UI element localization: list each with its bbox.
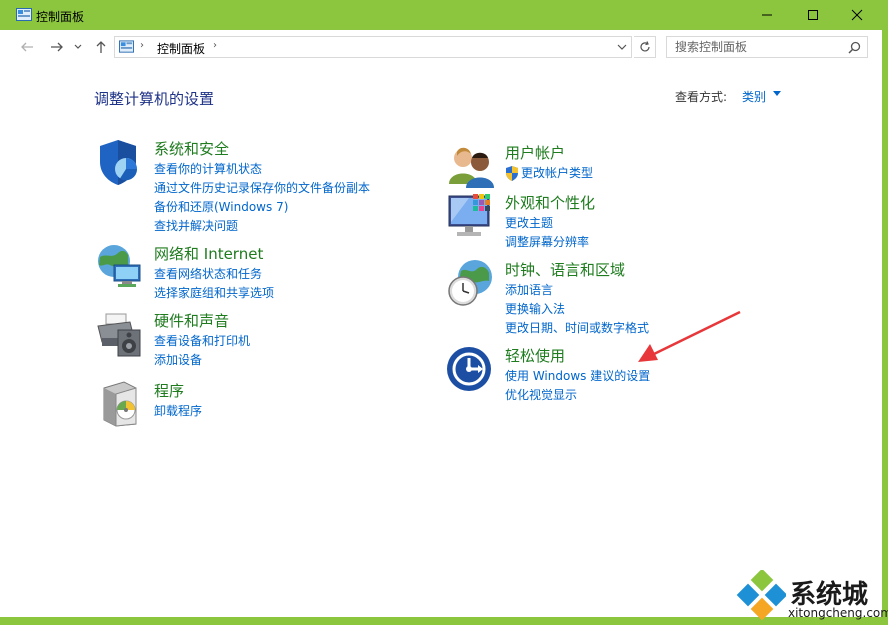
address-box[interactable]: › 控制面板 › xyxy=(114,36,632,58)
up-arrow-icon xyxy=(96,41,106,53)
link-devices-printers[interactable]: 查看设备和打印机 xyxy=(154,332,250,351)
minimize-icon xyxy=(762,14,772,16)
link-add-language[interactable]: 添加语言 xyxy=(505,281,649,300)
monitor-icon[interactable] xyxy=(447,192,495,240)
watermark-logo-icon xyxy=(736,570,786,620)
link-network-status[interactable]: 查看网络状态和任务 xyxy=(154,265,274,284)
address-bar-row: › 控制面板 › xyxy=(0,30,882,64)
minimize-button[interactable] xyxy=(744,0,790,30)
breadcrumb-control-panel[interactable]: 控制面板 xyxy=(157,40,205,57)
link-change-theme[interactable]: 更改主题 xyxy=(505,214,589,233)
refresh-icon xyxy=(639,41,650,52)
maximize-button[interactable] xyxy=(790,0,836,30)
link-screen-resolution[interactable]: 调整屏幕分辨率 xyxy=(505,233,589,252)
shield-icon[interactable] xyxy=(96,138,144,186)
category-heading[interactable]: 轻松使用 xyxy=(505,345,565,366)
close-icon xyxy=(851,9,863,21)
link-change-date-time-format[interactable]: 更改日期、时间或数字格式 xyxy=(505,319,649,338)
control-panel-icon xyxy=(16,8,32,21)
link-change-input-method[interactable]: 更换输入法 xyxy=(505,300,649,319)
link-optimize-visual-display[interactable]: 优化视觉显示 xyxy=(505,386,650,405)
breadcrumb-chevron-icon[interactable]: › xyxy=(140,40,144,51)
watermark-url: xitongcheng.com xyxy=(788,606,888,620)
maximize-icon xyxy=(808,10,818,20)
control-panel-window: 控制面板 › 控制面板 › 搜索控制面板 调整计算机的设置 查看方式: 类别 系… xyxy=(0,0,888,617)
ease-of-access-icon[interactable] xyxy=(447,345,495,393)
link-use-windows-recommended-settings[interactable]: 使用 Windows 建议的设置 xyxy=(505,367,650,386)
chevron-down-icon[interactable] xyxy=(617,41,627,53)
link-view-computer-status[interactable]: 查看你的计算机状态 xyxy=(154,160,370,179)
title-bar[interactable]: 控制面板 xyxy=(0,0,888,30)
uac-shield-icon xyxy=(506,166,518,181)
back-button[interactable] xyxy=(18,38,36,56)
dropdown-arrow-icon[interactable] xyxy=(773,91,781,97)
view-by-dropdown[interactable]: 类别 xyxy=(742,88,766,105)
page-title: 调整计算机的设置 xyxy=(94,90,215,108)
search-icon[interactable] xyxy=(848,41,861,54)
forward-arrow-icon xyxy=(51,42,63,52)
recent-locations-button[interactable] xyxy=(72,38,84,56)
link-add-device[interactable]: 添加设备 xyxy=(154,351,250,370)
window-title: 控制面板 xyxy=(36,10,85,24)
forward-button[interactable] xyxy=(48,38,66,56)
breadcrumb-chevron-icon[interactable]: › xyxy=(213,40,217,51)
chevron-down-icon xyxy=(74,44,82,49)
search-box[interactable] xyxy=(666,36,868,58)
clock-globe-icon[interactable] xyxy=(447,259,495,307)
category-heading[interactable]: 系统和安全 xyxy=(154,138,229,159)
printer-icon[interactable] xyxy=(96,310,144,358)
refresh-button[interactable] xyxy=(634,36,656,58)
category-heading[interactable]: 外观和个性化 xyxy=(505,192,595,213)
annotation-arrow xyxy=(638,310,741,362)
view-by-label: 查看方式: xyxy=(675,90,728,104)
search-input[interactable] xyxy=(675,40,845,54)
close-button[interactable] xyxy=(834,0,880,30)
link-change-account-type[interactable]: 更改帐户类型 xyxy=(521,164,593,183)
back-arrow-icon xyxy=(21,42,33,52)
link-backup-restore[interactable]: 备份和还原(Windows 7) xyxy=(154,198,370,217)
category-heading[interactable]: 用户帐户 xyxy=(505,142,565,163)
network-icon[interactable] xyxy=(96,243,144,291)
up-button[interactable] xyxy=(92,38,110,56)
programs-icon[interactable] xyxy=(96,380,144,428)
users-icon[interactable] xyxy=(447,142,495,190)
category-heading[interactable]: 硬件和声音 xyxy=(154,310,229,331)
link-homegroup[interactable]: 选择家庭组和共享选项 xyxy=(154,284,274,303)
category-heading[interactable]: 网络和 Internet xyxy=(154,243,263,264)
category-heading[interactable]: 时钟、语言和区域 xyxy=(505,259,625,280)
control-panel-icon xyxy=(119,40,134,53)
link-troubleshoot[interactable]: 查找并解决问题 xyxy=(154,217,370,236)
link-file-history[interactable]: 通过文件历史记录保存你的文件备份副本 xyxy=(154,179,370,198)
category-heading[interactable]: 程序 xyxy=(154,380,184,401)
link-uninstall-program[interactable]: 卸载程序 xyxy=(154,402,202,421)
